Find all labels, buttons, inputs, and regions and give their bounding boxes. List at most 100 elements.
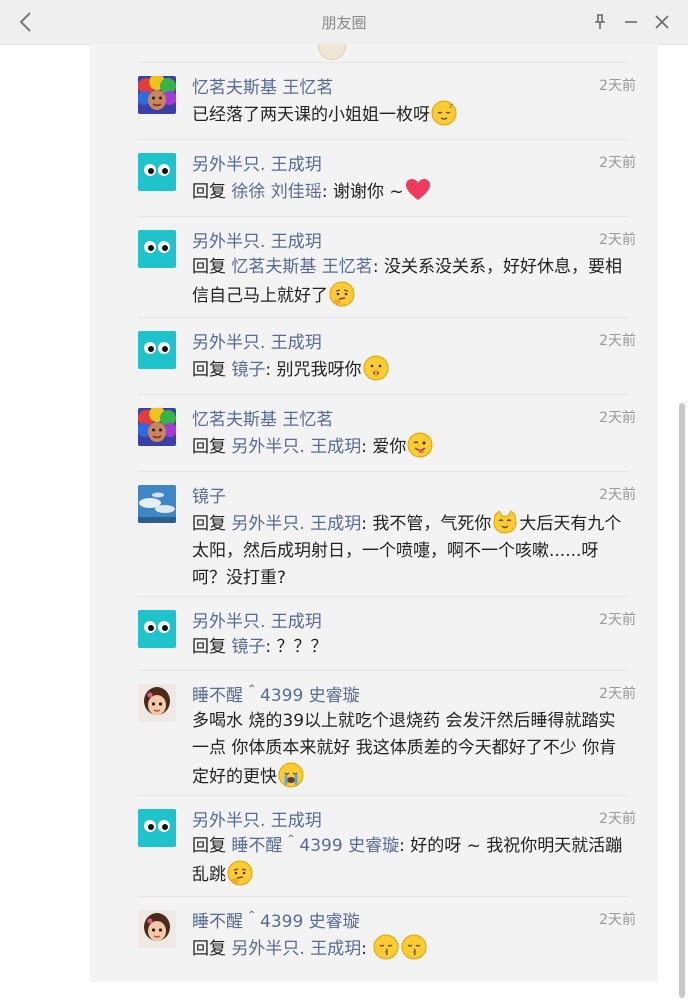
avatar[interactable]	[138, 331, 176, 369]
reply-target[interactable]: 另外半只. 王成玥	[231, 514, 361, 534]
reply-prefix: 回复	[192, 836, 226, 856]
pin-icon[interactable]	[591, 13, 609, 31]
comment-item: 另外半只. 王成玥 2天前 回复 镜子: ？？？	[90, 596, 658, 670]
divider	[138, 317, 628, 318]
reply-prefix: 回复	[192, 437, 226, 457]
partial-emoji	[318, 44, 346, 60]
comment-body: 已经落了两天课的小姐姐一枚呀	[192, 105, 430, 125]
reply-prefix: 回复	[192, 257, 226, 277]
scrollbar[interactable]	[679, 403, 685, 998]
reply-prefix: 回复	[192, 182, 226, 202]
divider	[138, 394, 628, 395]
comment-text: 已经落了两天课的小姐姐一枚呀 z	[192, 100, 632, 129]
comment-time: 2天前	[599, 155, 636, 171]
comment-text: 回复 睡不醒＾4399 史睿璇: 好的呀 ~ 我祝你明天就活蹦乱跳	[192, 833, 632, 889]
comment-item: 忆茗夫斯基 王忆茗 2天前 回复 另外半只. 王成玥: 爱你	[90, 394, 658, 471]
divider	[138, 795, 628, 796]
avatar[interactable]	[138, 485, 176, 523]
reply-target[interactable]: 徐徐 刘佳瑶	[231, 182, 321, 202]
comment-panel: 忆茗夫斯基 王忆茗 2天前 已经落了两天课的小姐姐一枚呀 z 另外半只. 王成玥 …	[90, 44, 658, 982]
reply-prefix: 回复	[192, 637, 226, 657]
comment-text: 回复 另外半只. 王成玥: 我不管，气死你 大后天有九个太阳，然后成玥射日，一个喷…	[192, 509, 632, 592]
reply-target[interactable]: 镜子	[231, 637, 265, 657]
divider	[138, 471, 628, 472]
comment-time: 2天前	[599, 333, 636, 349]
comment-item: 睡不醒＾4399 史睿璇 2天前 多喝水 烧的39以上就吃个退烧药 会发汗然后睡…	[90, 670, 658, 795]
comment-body: : 爱你	[361, 437, 407, 457]
thinking-face-emoji	[227, 860, 253, 886]
kissing-face-emoji	[373, 934, 399, 960]
comment-item: 另外半只. 王成玥 2天前 回复 睡不醒＾4399 史睿璇: 好的呀 ~ 我祝你…	[90, 795, 658, 896]
comment-username[interactable]: 另外半只. 王成玥	[192, 227, 322, 252]
comment-time: 2天前	[599, 78, 636, 94]
comment-item: 另外半只. 王成玥 2天前 回复 徐徐 刘佳瑶: 谢谢你 ~	[90, 139, 658, 216]
avatar[interactable]	[138, 809, 176, 847]
comment-username[interactable]: 睡不醒＾4399 史睿璇	[192, 907, 360, 932]
comment-body: : 我不管，气死你	[361, 514, 492, 534]
comment-text: 回复 忆茗夫斯基 王忆茗: 没关系没关系，好好休息，要相信自己马上就好了	[192, 254, 632, 310]
comment-body: : 别咒我呀你	[265, 360, 362, 380]
comment-item: 镜子 2天前 回复 另外半只. 王成玥: 我不管，气死你 大后天有九个太阳，然后成…	[90, 471, 658, 596]
thinking-face-emoji	[329, 281, 355, 307]
crying-face-emoji	[278, 762, 304, 788]
svg-text:z: z	[449, 102, 453, 110]
comment-text: 回复 镜子: 别咒我呀你	[192, 355, 632, 384]
comment-body: : 谢谢你 ~	[321, 182, 404, 202]
sleepy-face-emoji: z	[431, 100, 457, 126]
comment-username[interactable]: 忆茗夫斯基 王忆茗	[192, 405, 333, 430]
comment-time: 2天前	[599, 612, 636, 628]
comment-username[interactable]: 另外半只. 王成玥	[192, 328, 322, 353]
heart-emoji	[405, 177, 431, 203]
avatar[interactable]	[138, 153, 176, 191]
comment-time: 2天前	[599, 686, 636, 702]
comment-time: 2天前	[599, 410, 636, 426]
avatar[interactable]	[138, 684, 176, 722]
reply-target[interactable]: 忆茗夫斯基 王忆茗	[231, 257, 372, 277]
avatar[interactable]	[138, 408, 176, 446]
avatar[interactable]	[138, 610, 176, 648]
comment-item: 另外半只. 王成玥 2天前 回复 忆茗夫斯基 王忆茗: 没关系没关系，好好休息，…	[90, 216, 658, 317]
comment-username[interactable]: 另外半只. 王成玥	[192, 607, 322, 632]
reply-target[interactable]: 睡不醒＾4399 史睿璇	[231, 836, 399, 856]
divider	[138, 670, 628, 671]
shushing-face-emoji	[363, 355, 389, 381]
comment-item: 另外半只. 王成玥 2天前 回复 镜子: 别咒我呀你	[90, 317, 658, 394]
title-bar: 朋友圈	[0, 0, 688, 45]
divider	[138, 216, 628, 217]
comment-text: 回复 徐徐 刘佳瑶: 谢谢你 ~	[192, 177, 632, 206]
reply-target[interactable]: 另外半只. 王成玥	[231, 437, 361, 457]
reply-target[interactable]: 另外半只. 王成玥	[231, 939, 361, 959]
comment-text: 回复 另外半只. 王成玥: 爱你	[192, 432, 632, 461]
avatar[interactable]	[138, 910, 176, 948]
winking-tongue-emoji	[407, 432, 433, 458]
divider	[138, 896, 628, 897]
reply-prefix: 回复	[192, 360, 226, 380]
minimize-icon[interactable]	[622, 13, 640, 31]
comment-username[interactable]: 睡不醒＾4399 史睿璇	[192, 681, 360, 706]
window-title: 朋友圈	[321, 14, 367, 32]
comment-username[interactable]: 镜子	[192, 482, 226, 507]
divider	[138, 139, 628, 140]
comment-username[interactable]: 另外半只. 王成玥	[192, 150, 322, 175]
reply-prefix: 回复	[192, 514, 226, 534]
avatar[interactable]	[138, 76, 176, 114]
reply-target[interactable]: 镜子	[231, 360, 265, 380]
close-icon[interactable]	[653, 13, 671, 31]
divider	[138, 62, 628, 63]
comment-text: 回复 另外半只. 王成玥:	[192, 934, 632, 963]
comment-item: 睡不醒＾4399 史睿璇 2天前 回复 另外半只. 王成玥:	[90, 896, 658, 982]
comment-time: 2天前	[599, 232, 636, 248]
comment-text: 多喝水 烧的39以上就吃个退烧药 会发汗然后睡得就踏实一点 你体质本来就好 我这…	[192, 708, 632, 791]
cat-face-emoji	[492, 509, 518, 535]
reply-prefix: 回复	[192, 939, 226, 959]
comment-time: 2天前	[599, 487, 636, 503]
comment-text: 回复 镜子: ？？？	[192, 634, 632, 661]
comment-body: 多喝水 烧的39以上就吃个退烧药 会发汗然后睡得就踏实一点 你体质本来就好 我这…	[192, 711, 617, 787]
divider	[138, 596, 628, 597]
comment-username[interactable]: 另外半只. 王成玥	[192, 806, 322, 831]
comment-username[interactable]: 忆茗夫斯基 王忆茗	[192, 73, 333, 98]
comment-item: 忆茗夫斯基 王忆茗 2天前 已经落了两天课的小姐姐一枚呀 z	[90, 62, 658, 139]
avatar[interactable]	[138, 230, 176, 268]
kissing-face-emoji	[401, 934, 427, 960]
comment-time: 2天前	[599, 912, 636, 928]
